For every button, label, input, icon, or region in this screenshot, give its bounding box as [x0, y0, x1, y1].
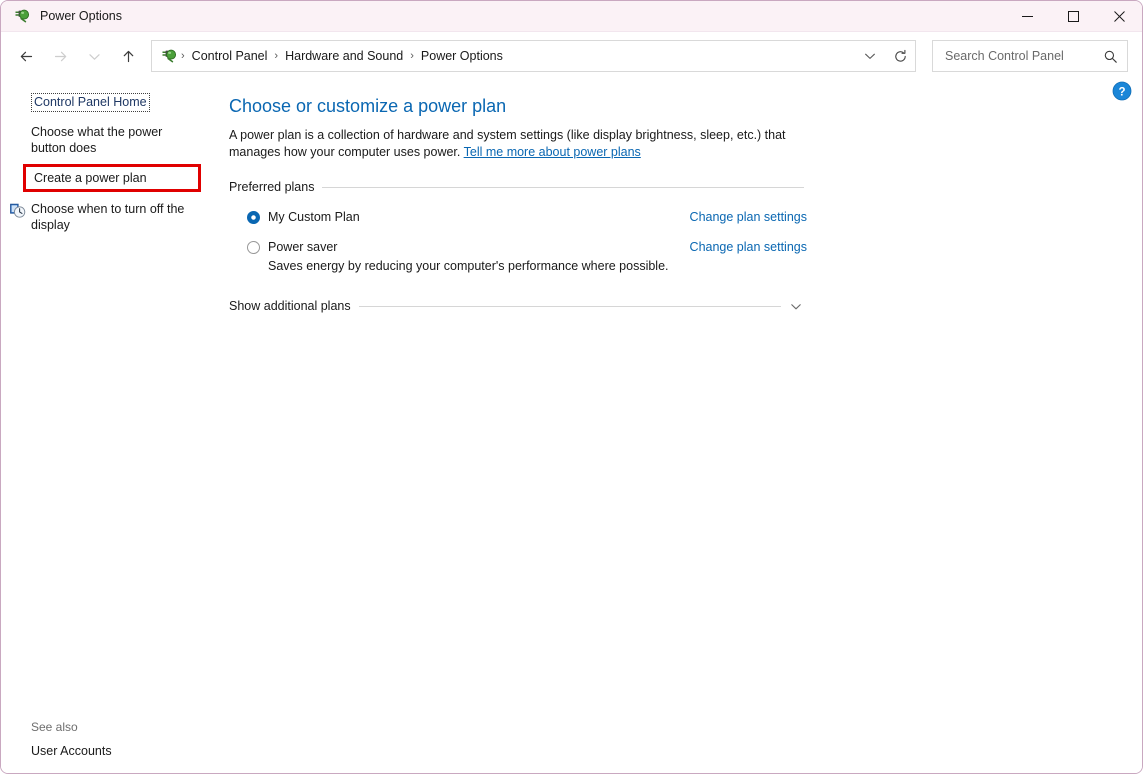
sidebar-item-power-button[interactable]: Choose what the power button does: [1, 122, 195, 158]
up-button[interactable]: [111, 39, 145, 73]
address-bar[interactable]: › Control Panel › Hardware and Sound › P…: [151, 40, 916, 72]
search-box[interactable]: [932, 40, 1128, 72]
window-controls: [1004, 1, 1142, 32]
change-plan-settings-link-my-custom-plan[interactable]: Change plan settings: [690, 209, 807, 225]
plan-radio-my-custom-plan[interactable]: [247, 211, 260, 224]
sidebar-item-create-power-plan[interactable]: Create a power plan: [23, 164, 201, 192]
show-additional-plans-label: Show additional plans: [229, 298, 359, 314]
sidebar-item-control-panel-home[interactable]: Control Panel Home: [31, 93, 150, 112]
plan-name[interactable]: Power saver: [268, 239, 337, 255]
plan-description: Saves energy by reducing your computer's…: [268, 258, 1142, 274]
minimize-button[interactable]: [1004, 1, 1050, 32]
maximize-button[interactable]: [1050, 1, 1096, 32]
breadcrumb-separator: ›: [271, 50, 281, 62]
title-bar: Power Options: [1, 1, 1142, 32]
refresh-icon[interactable]: [885, 41, 915, 71]
sidebar: Control Panel Home Choose what the power…: [1, 80, 225, 773]
window-title: Power Options: [40, 10, 122, 23]
see-also-link-user-accounts[interactable]: User Accounts: [31, 743, 225, 759]
sidebar-item-label: Choose when to turn off the display: [31, 202, 184, 232]
page-title: Choose or customize a power plan: [229, 95, 1142, 117]
chevron-down-icon[interactable]: [855, 41, 885, 71]
control-panel-home-wrap: Control Panel Home: [1, 93, 225, 112]
breadcrumb-hardware-and-sound[interactable]: Hardware and Sound: [281, 47, 407, 65]
address-power-plug-icon: [160, 47, 178, 65]
navigation-bar: › Control Panel › Hardware and Sound › P…: [1, 32, 1142, 80]
plan-radio-power-saver[interactable]: [247, 241, 260, 254]
power-options-window: Power Options: [0, 0, 1143, 774]
chevron-down-icon[interactable]: [781, 299, 803, 314]
divider: [359, 306, 781, 307]
search-input[interactable]: [943, 48, 1099, 64]
page-description: A power plan is a collection of hardware…: [229, 127, 809, 161]
plan-row: My Custom Plan Change plan settings: [247, 209, 807, 225]
recent-locations-button[interactable]: [77, 39, 111, 73]
forward-button[interactable]: [43, 39, 77, 73]
svg-text:?: ?: [1118, 86, 1125, 98]
divider: [322, 187, 804, 188]
breadcrumb-separator: ›: [178, 50, 188, 62]
content-area: Control Panel Home Choose what the power…: [1, 80, 1142, 773]
see-also-section: See also User Accounts: [1, 719, 225, 759]
close-button[interactable]: [1096, 1, 1142, 32]
preferred-plans-header: Preferred plans: [229, 179, 804, 195]
search-icon[interactable]: [1099, 45, 1121, 67]
back-button[interactable]: [9, 39, 43, 73]
sidebar-item-label: Choose what the power button does: [31, 125, 162, 155]
shield-clock-icon: [9, 202, 26, 219]
breadcrumb-control-panel[interactable]: Control Panel: [188, 47, 272, 65]
preferred-plans-label: Preferred plans: [229, 179, 322, 195]
plan-row: Power saver Change plan settings: [247, 239, 807, 255]
tell-me-more-link[interactable]: Tell me more about power plans: [464, 145, 641, 159]
sidebar-links: Choose what the power button does Create…: [1, 122, 225, 235]
see-also-label: See also: [31, 719, 225, 735]
breadcrumb-separator: ›: [407, 50, 417, 62]
breadcrumb-power-options[interactable]: Power Options: [417, 47, 507, 65]
help-circle-icon[interactable]: ?: [1112, 81, 1134, 103]
power-plug-icon: [13, 7, 31, 25]
sidebar-item-label: Create a power plan: [34, 171, 147, 185]
change-plan-settings-link-power-saver[interactable]: Change plan settings: [690, 239, 807, 255]
plan-name[interactable]: My Custom Plan: [268, 209, 360, 225]
main-panel: ? Choose or customize a power plan A pow…: [225, 80, 1142, 773]
sidebar-item-turn-off-display[interactable]: Choose when to turn off the display: [1, 199, 195, 235]
show-additional-plans-toggle[interactable]: Show additional plans: [229, 298, 803, 314]
